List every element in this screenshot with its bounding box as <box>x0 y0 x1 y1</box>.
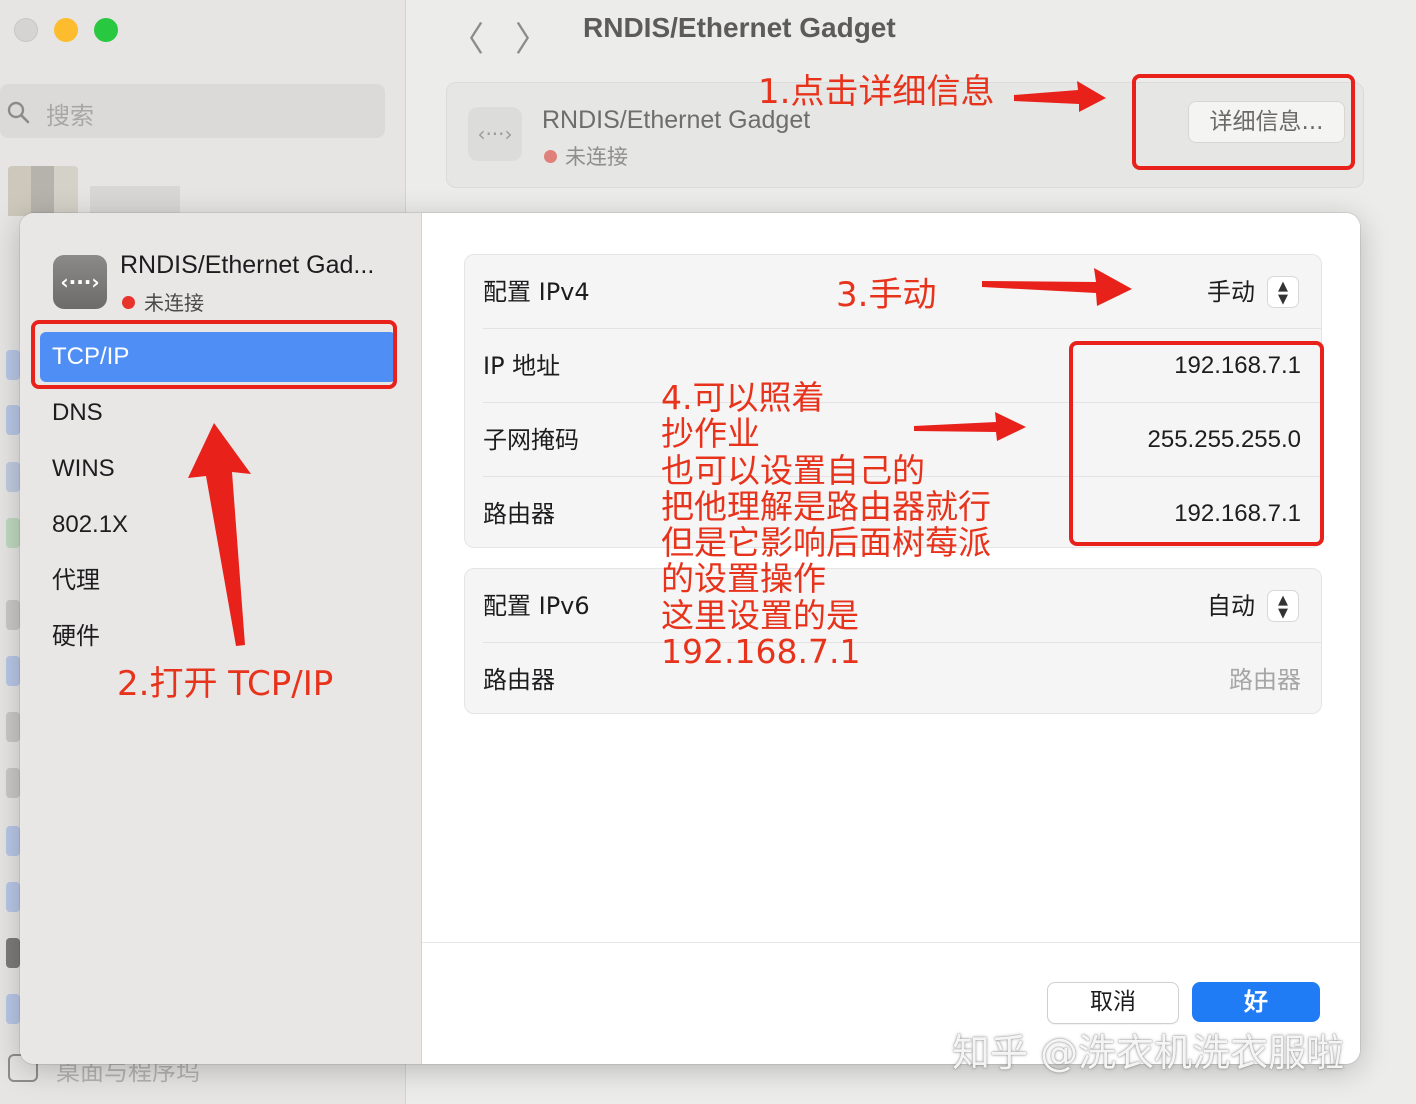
arrow-step3 <box>982 268 1132 306</box>
arrow-step2 <box>188 423 251 646</box>
watermark: 知乎 @洗衣机洗衣服啦 <box>952 1031 1345 1075</box>
arrow-step4 <box>914 412 1026 441</box>
annotation-arrows <box>188 81 1132 646</box>
arrow-step1 <box>1014 81 1106 112</box>
